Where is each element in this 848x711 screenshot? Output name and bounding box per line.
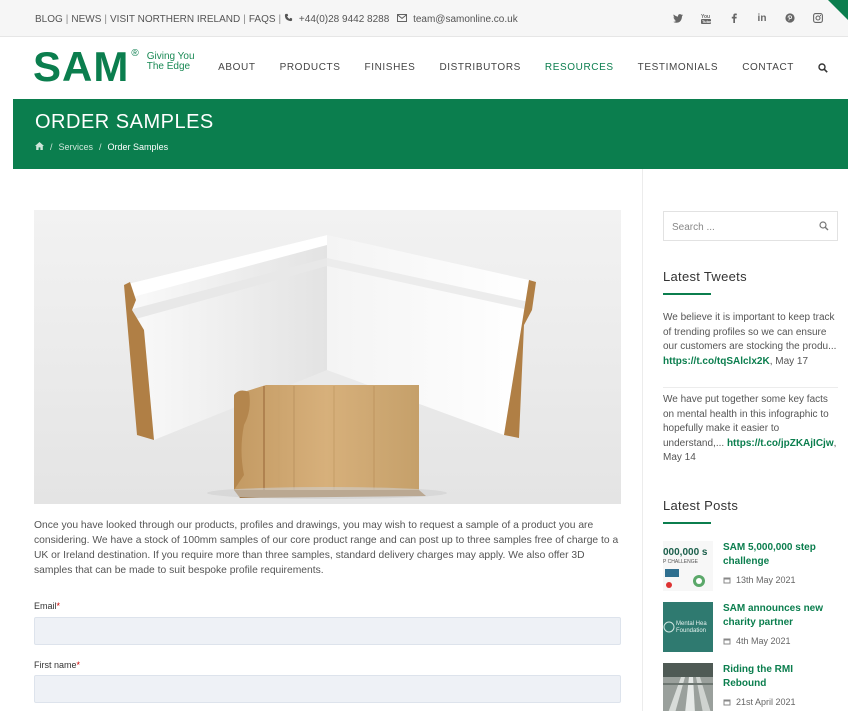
nav-about[interactable]: ABOUT — [218, 62, 255, 73]
post-thumbnail[interactable] — [663, 663, 713, 711]
pinterest-icon[interactable] — [780, 11, 800, 25]
post-thumbnail[interactable]: Mental Hea Foundation — [663, 602, 713, 652]
social-links: You Tube in — [660, 11, 828, 25]
nav-distributors[interactable]: DISTRIBUTORS — [439, 62, 520, 73]
site-logo[interactable]: SAM ® Giving You The Edge — [33, 44, 195, 90]
linkedin-icon[interactable]: in — [752, 11, 772, 25]
search-icon — [818, 62, 828, 73]
post-date: 21st April 2021 — [723, 697, 796, 707]
required-mark: * — [76, 660, 81, 670]
registered-mark: ® — [131, 48, 139, 59]
tweet-link[interactable]: https://t.co/tqSAlclx2K — [663, 356, 770, 367]
tweet-text: We believe it is important to keep track… — [663, 312, 837, 352]
top-link-faqs[interactable]: FAQS — [249, 14, 276, 25]
separator: | — [65, 13, 69, 25]
nav-contact[interactable]: CONTACT — [742, 62, 794, 73]
post-item[interactable]: 000,000 s P CHALLENGE SAM 5,000,000 step… — [663, 541, 838, 597]
post-item[interactable]: Riding the RMI Rebound 21st April 2021 — [663, 663, 838, 711]
main-nav: ABOUT PRODUCTS FINISHES DISTRIBUTORS RES… — [194, 62, 828, 73]
sidebar-search[interactable]: Search ... — [663, 211, 838, 241]
post-date-text: 4th May 2021 — [736, 636, 791, 646]
search-icon[interactable] — [819, 221, 829, 231]
top-bar-left: BLOG | NEWS | VISIT NORTHERN IRELAND | F… — [35, 13, 518, 26]
email-address: team@samonline.co.uk — [413, 13, 518, 25]
phone-contact[interactable]: +44(0)28 9442 8288 — [284, 13, 389, 25]
top-link-blog[interactable]: BLOG — [35, 14, 63, 25]
tweet-item: We have put together some key facts on m… — [663, 393, 838, 466]
post-title[interactable]: SAM 5,000,000 step challenge — [723, 541, 833, 569]
email-contact[interactable]: team@samonline.co.uk — [397, 13, 518, 25]
separator: | — [278, 13, 282, 25]
divider — [663, 387, 838, 388]
svg-text:Tube: Tube — [702, 19, 711, 24]
email-label: Email* — [34, 601, 60, 611]
mail-icon — [397, 13, 408, 22]
post-date: 4th May 2021 — [723, 636, 791, 646]
skirting-sample-image — [34, 210, 621, 504]
breadcrumb-separator: / — [99, 142, 102, 152]
top-link-news[interactable]: NEWS — [71, 14, 101, 25]
home-icon[interactable] — [35, 142, 44, 152]
separator: | — [243, 13, 246, 25]
thumb-subtext: P CHALLENGE — [663, 559, 699, 565]
email-label-text: Email — [34, 601, 57, 611]
page-title-band: ORDER SAMPLES / Services / Order Samples — [13, 99, 848, 169]
post-date: 13th May 2021 — [723, 575, 796, 585]
phone-number: +44(0)28 9442 8288 — [298, 14, 390, 25]
thumb-subtext: Foundation — [676, 628, 706, 634]
nav-testimonials[interactable]: TESTIMONIALS — [638, 62, 719, 73]
separator: | — [104, 13, 108, 25]
post-thumbnail[interactable]: 000,000 s P CHALLENGE — [663, 541, 713, 591]
corner-accent — [828, 0, 848, 20]
post-date-text: 21st April 2021 — [736, 697, 796, 707]
heading-underline — [663, 522, 711, 524]
nav-resources[interactable]: RESOURCES — [545, 62, 614, 73]
breadcrumb: / Services / Order Samples — [35, 142, 168, 152]
post-title[interactable]: Riding the RMI Rebound — [723, 663, 833, 691]
nav-finishes[interactable]: FINISHES — [365, 62, 416, 73]
tweet-item: We believe it is important to keep track… — [663, 311, 838, 369]
post-title[interactable]: SAM announces new charity partner — [723, 602, 833, 630]
page-title: ORDER SAMPLES — [35, 111, 214, 133]
facebook-icon[interactable] — [724, 11, 744, 25]
thumb-text: 000,000 s — [663, 547, 708, 558]
breadcrumb-current: Order Samples — [107, 142, 169, 152]
youtube-icon[interactable]: You Tube — [696, 11, 716, 25]
twitter-icon[interactable] — [668, 11, 688, 25]
sidebar: Search ... Latest Tweets We believe it i… — [663, 169, 838, 711]
intro-text: Once you have looked through our product… — [34, 520, 619, 576]
breadcrumb-separator: / — [50, 142, 53, 152]
post-item[interactable]: Mental Hea Foundation SAM announces new … — [663, 602, 838, 658]
email-field[interactable] — [34, 617, 621, 645]
nav-products[interactable]: PRODUCTS — [280, 62, 341, 73]
latest-posts-heading: Latest Posts — [663, 498, 739, 513]
tweet-date: , May 17 — [769, 355, 809, 367]
nav-search-button[interactable] — [818, 62, 828, 73]
calendar-icon — [723, 699, 731, 706]
first-name-label: First name* — [34, 660, 80, 670]
first-name-field[interactable] — [34, 675, 621, 703]
top-bar: BLOG | NEWS | VISIT NORTHERN IRELAND | F… — [0, 0, 848, 37]
tweet-link[interactable]: https://t.co/jpZKAjICjw — [727, 438, 834, 449]
breadcrumb-services[interactable]: Services — [59, 142, 94, 152]
latest-tweets-heading: Latest Tweets — [663, 269, 747, 284]
thumb-text: Mental Hea — [676, 621, 707, 627]
logo-tagline: Giving You The Edge — [147, 52, 195, 72]
post-date-text: 13th May 2021 — [736, 575, 796, 585]
main-content: Once you have looked through our product… — [13, 169, 643, 711]
instagram-icon[interactable] — [808, 11, 828, 25]
calendar-icon — [723, 577, 731, 584]
first-name-label-text: First name — [34, 660, 77, 670]
heading-underline — [663, 293, 711, 295]
phone-icon — [285, 13, 293, 22]
calendar-icon — [723, 638, 731, 645]
tagline-line-2: The Edge — [146, 61, 191, 72]
search-placeholder: Search ... — [672, 222, 715, 233]
site-header: SAM ® Giving You The Edge ABOUT PRODUCTS… — [0, 37, 848, 99]
required-mark: * — [56, 601, 61, 611]
top-link-visit-ni[interactable]: VISIT NORTHERN IRELAND — [110, 14, 240, 25]
logo-wordmark: SAM — [33, 43, 130, 90]
